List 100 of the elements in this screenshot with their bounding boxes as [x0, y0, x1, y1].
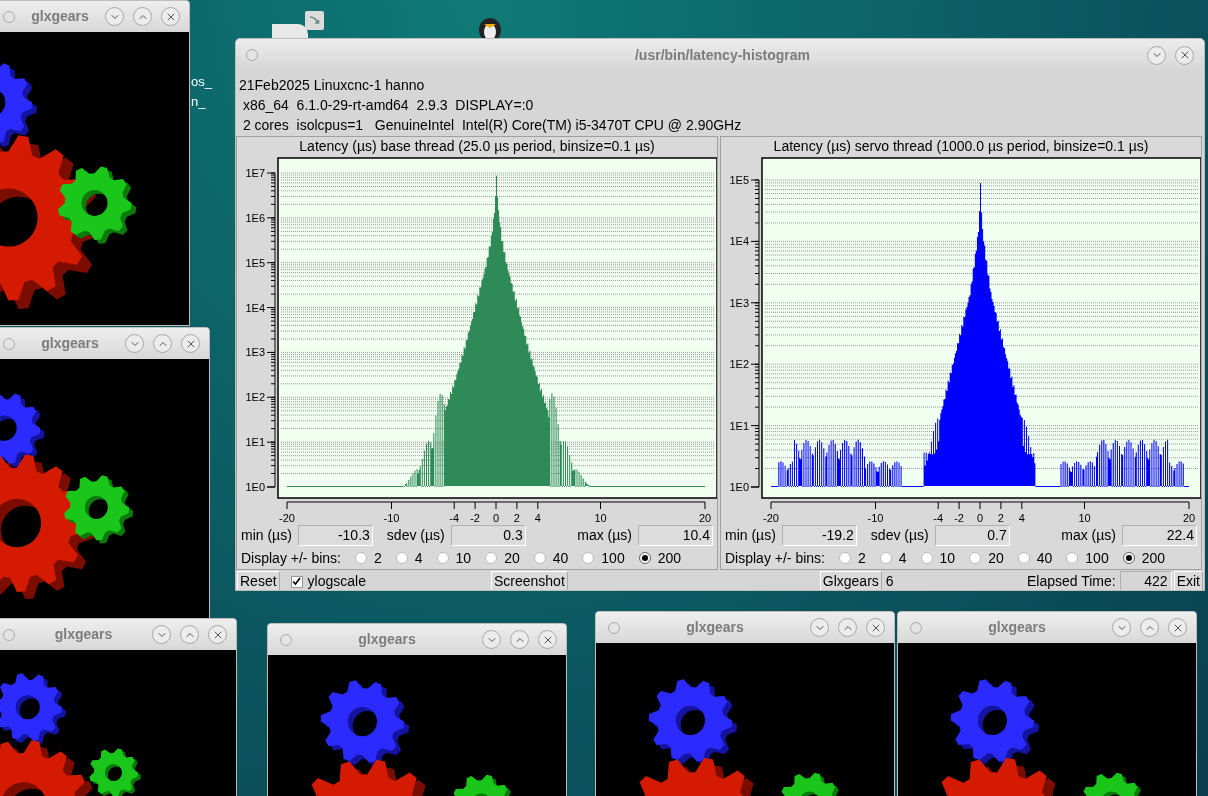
radio-label: 20 [504, 548, 520, 568]
bins-label: Display +/- bins: [241, 548, 341, 568]
minimize-button[interactable] [1112, 618, 1131, 637]
x-tick-label: 10 [594, 512, 607, 524]
checkbox[interactable] [290, 575, 303, 588]
radio-button[interactable] [395, 552, 408, 564]
radio-label: 10 [939, 548, 956, 568]
radio-button[interactable] [879, 552, 892, 564]
maximize-button[interactable] [838, 618, 857, 637]
window-title: glxgears [30, 7, 90, 26]
x-tick-label: 2 [513, 512, 520, 524]
y-tick-label: 1E0 [729, 481, 749, 493]
y-tick-label: 1E6 [245, 211, 265, 224]
radio-label: 20 [988, 548, 1004, 568]
chart-title: Latency (µs) servo thread (1000.0 µs period, binsize=0.1 µs) [772, 137, 1150, 156]
radio-button[interactable] [485, 552, 498, 564]
minimize-button[interactable] [810, 618, 829, 637]
radio-label: 200 [1141, 548, 1166, 568]
y-tick-label: 1E4 [245, 301, 265, 314]
radio-label: 10 [455, 548, 472, 568]
x-tick-label: -20 [279, 512, 295, 524]
radio-button[interactable] [920, 552, 933, 564]
reset-button[interactable]: Reset [237, 571, 280, 590]
glxgears-count: 6 [885, 572, 894, 590]
close-button[interactable] [1175, 45, 1194, 65]
radio-button[interactable] [355, 552, 367, 564]
stat-label: max (µs) [1061, 525, 1116, 545]
info-line: 21Feb2025 Linuxcnc-1 hanno [238, 76, 426, 95]
desktop-icon-label: os_ [191, 73, 212, 91]
stat-label: max (µs) [577, 525, 632, 545]
radio-label: 4 [414, 548, 423, 568]
stat-label: sdev (µs) [386, 525, 445, 545]
y-tick-label: 1E3 [245, 346, 265, 359]
radio-button[interactable] [533, 552, 546, 564]
radio-button[interactable] [1017, 552, 1030, 564]
maximize-button[interactable] [133, 7, 152, 26]
y-tick-label: 1E3 [729, 296, 749, 309]
y-tick-label: 1E4 [729, 235, 749, 248]
radio-button[interactable] [436, 552, 449, 564]
radio-button[interactable] [1122, 552, 1135, 564]
radio-button[interactable] [969, 552, 982, 564]
desktop-icon-label: n_ [191, 93, 206, 111]
radio-label: 100 [601, 548, 625, 568]
window-title: glxgears [685, 618, 745, 637]
radio-button[interactable] [582, 552, 595, 564]
minimize-button[interactable] [482, 630, 501, 649]
minimize-button[interactable] [125, 334, 144, 353]
maximize-button[interactable] [180, 625, 199, 644]
y-tick-label: 1E1 [245, 436, 265, 449]
stat-field: 0.3 [450, 524, 526, 546]
checkbox-label: ylogscale [307, 572, 366, 590]
x-tick-label: 0 [976, 512, 984, 524]
window-title: /usr/bin/latency-histogram [633, 45, 811, 65]
close-button[interactable] [161, 7, 180, 26]
screenshot-button[interactable]: Screenshot [490, 571, 568, 590]
radio-label: 40 [552, 548, 569, 568]
y-tick-label: 1E5 [245, 256, 265, 269]
stat-field: 0.7 [934, 524, 1010, 546]
stat-label: min (µs) [241, 525, 292, 545]
x-tick-label: 10 [1078, 512, 1091, 524]
radio-button[interactable] [839, 552, 851, 564]
maximize-button[interactable] [153, 334, 172, 353]
minimize-button[interactable] [1147, 45, 1166, 65]
stat-field: -19.2 [781, 524, 857, 546]
close-button[interactable] [181, 334, 200, 353]
radio-label: 2 [858, 548, 866, 568]
radio-label: 2 [374, 548, 382, 568]
radio-button[interactable] [1066, 552, 1079, 564]
close-button[interactable] [866, 618, 885, 637]
x-tick-label: 0 [492, 512, 500, 524]
close-button[interactable] [1168, 618, 1187, 637]
elapsed-time-field: 422 [1119, 571, 1172, 590]
bins-label: Display +/- bins: [725, 548, 825, 568]
x-tick-label: -10 [383, 512, 400, 524]
window-title: glxgears [53, 625, 114, 644]
radio-button[interactable] [638, 552, 651, 564]
elapsed-time-label: Elapsed Time: [1026, 572, 1116, 590]
y-tick-label: 1E5 [729, 174, 749, 186]
chart-title: Latency (µs) base thread (25.0 µs period, binsize=0.1 µs) [298, 137, 656, 156]
radio-label: 100 [1085, 548, 1109, 568]
y-tick-label: 1E2 [729, 358, 749, 371]
minimize-button[interactable] [105, 7, 124, 26]
x-tick-label: 4 [534, 512, 541, 524]
x-tick-label: 20 [698, 512, 712, 524]
x-tick-label: -2 [470, 512, 480, 524]
window-title: glxgears [357, 630, 417, 649]
close-button[interactable] [208, 625, 227, 644]
glxgears-button[interactable]: Glxgears [819, 571, 882, 590]
maximize-button[interactable] [1140, 618, 1159, 637]
checkmark-icon [292, 577, 302, 586]
maximize-button[interactable] [510, 630, 529, 649]
exit-button[interactable]: Exit [1173, 571, 1203, 590]
x-tick-label: -10 [867, 512, 884, 524]
stat-field: 22.4 [1122, 524, 1197, 546]
minimize-button[interactable] [152, 625, 171, 644]
x-tick-label: 4 [1018, 512, 1025, 524]
close-button[interactable] [538, 630, 557, 649]
stat-label: sdev (µs) [870, 525, 929, 545]
info-line: 2 cores isolcpus=1 GenuineIntel Intel(R) Core(TM) i5-3470T CPU @ 2.90GHz [241, 116, 743, 135]
x-tick-label: -4 [449, 512, 460, 524]
